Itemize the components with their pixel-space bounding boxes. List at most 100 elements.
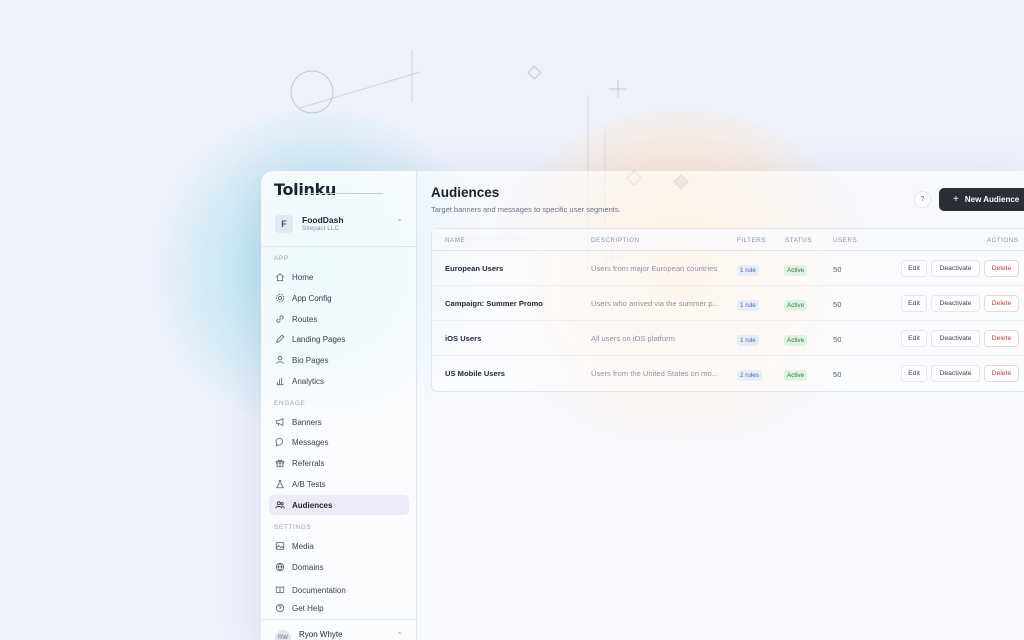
sidebar-item-analytics[interactable]: Analytics <box>269 371 409 391</box>
status-badge: Active <box>784 335 808 346</box>
section-label-app: APP <box>274 255 289 262</box>
help-circle-icon <box>275 603 285 613</box>
sidebar-item-banners[interactable]: Banners <box>269 412 409 432</box>
edit-button[interactable]: Edit <box>901 295 927 312</box>
sidebar-item-get-help[interactable]: Get Help <box>269 598 409 618</box>
sidebar-item-domains[interactable]: Domains <box>269 557 409 577</box>
users-icon <box>275 501 285 509</box>
status-badge: Active <box>784 265 808 276</box>
sidebar-item-bio-pages[interactable]: Bio Pages <box>269 350 409 370</box>
workspace-switcher[interactable]: F FoodDash Sitepact LLC ⌃ <box>271 210 407 238</box>
sidebar-item-label: Domains <box>292 562 324 572</box>
section-label-engage: ENGAGE <box>274 400 306 407</box>
sidebar-item-label: Audiences <box>292 500 333 510</box>
sidebar-item-referrals[interactable]: Referrals <box>269 453 409 473</box>
audience-name[interactable]: Campaign: Summer Promo <box>445 299 543 308</box>
user-name: Ryon Whyte <box>299 629 343 639</box>
gift-icon <box>275 459 285 468</box>
table-row: US Mobile Users Users from the United St… <box>432 356 1024 391</box>
plus-icon: + <box>953 194 959 205</box>
edit-button[interactable]: Edit <box>901 260 927 277</box>
column-header-description: DESCRIPTION <box>591 237 640 244</box>
main-content: Audiences Target banners and messages to… <box>418 171 1024 640</box>
filters-badge: 1 rule <box>737 335 759 346</box>
delete-button[interactable]: Delete <box>984 295 1019 312</box>
delete-button[interactable]: Delete <box>984 365 1019 382</box>
image-icon <box>275 542 285 550</box>
sidebar-item-label: Messages <box>292 437 329 447</box>
sidebar-item-label: Referrals <box>292 458 325 468</box>
sidebar-divider <box>261 619 417 620</box>
column-header-users: USERS <box>833 237 858 244</box>
deactivate-button[interactable]: Deactivate <box>931 260 980 277</box>
table-header: NAME DESCRIPTION FILTERS STATUS USERS AC… <box>432 229 1024 251</box>
sidebar-item-landing-pages[interactable]: Landing Pages <box>269 329 409 349</box>
page-subtitle: Target banners and messages to specific … <box>431 205 621 214</box>
audience-name[interactable]: US Mobile Users <box>445 369 505 378</box>
sidebar-item-app-config[interactable]: App Config <box>269 288 409 308</box>
filters-badge: 1 rule <box>737 300 759 311</box>
sidebar-item-audiences[interactable]: Audiences <box>269 495 409 515</box>
delete-button[interactable]: Delete <box>984 260 1019 277</box>
section-label-settings: SETTINGS <box>274 524 312 531</box>
sidebar-item-ab-tests[interactable]: A/B Tests <box>269 474 409 494</box>
bar-chart-icon <box>276 377 284 386</box>
help-button[interactable]: ? <box>914 191 931 208</box>
audience-description: All users on iOS platform <box>591 334 675 343</box>
sidebar-item-label: Documentation <box>292 585 346 595</box>
sidebar-item-messages[interactable]: Messages <box>269 432 409 452</box>
sidebar-item-routes[interactable]: Routes <box>269 309 409 329</box>
workspace-text: FoodDash Sitepact LLC <box>302 215 344 233</box>
deactivate-button[interactable]: Deactivate <box>931 295 980 312</box>
home-icon <box>275 273 285 282</box>
book-icon <box>275 586 285 594</box>
chevron-updown-icon: ⌃ <box>396 218 403 227</box>
audience-description: Users who arrived via the summer p... <box>591 299 719 308</box>
sidebar-item-label: Home <box>292 272 314 282</box>
edit-button[interactable]: Edit <box>901 365 927 382</box>
audience-description: Users from the United States on mo... <box>591 369 719 378</box>
edit-button[interactable]: Edit <box>901 330 927 347</box>
sidebar: Tolinku F FoodDash Sitepact LLC ⌃ APP Ho… <box>261 171 417 640</box>
column-header-name[interactable]: NAME <box>445 237 465 244</box>
column-header-status: STATUS <box>785 237 812 244</box>
link-icon <box>276 315 284 323</box>
app-window: Tolinku F FoodDash Sitepact LLC ⌃ APP Ho… <box>261 171 1024 640</box>
logo-underline <box>301 193 383 194</box>
sidebar-item-label: App Config <box>292 293 332 303</box>
users-count: 50 <box>833 370 842 379</box>
audience-name[interactable]: iOS Users <box>445 334 481 343</box>
sidebar-item-home[interactable]: Home <box>269 267 409 287</box>
sidebar-item-label: Get Help <box>292 603 324 613</box>
sidebar-divider <box>261 246 417 247</box>
avatar: RW <box>275 630 291 640</box>
delete-button[interactable]: Delete <box>984 330 1019 347</box>
sidebar-item-media[interactable]: Media <box>269 536 409 556</box>
deactivate-button[interactable]: Deactivate <box>931 365 980 382</box>
sidebar-item-documentation[interactable]: Documentation <box>269 580 409 600</box>
sidebar-item-label: Banners <box>292 417 322 427</box>
status-badge: Active <box>784 300 808 311</box>
audience-name[interactable]: European Users <box>445 264 503 273</box>
audiences-table: NAME DESCRIPTION FILTERS STATUS USERS AC… <box>431 228 1024 392</box>
sidebar-item-label: A/B Tests <box>292 479 326 489</box>
chevron-up-icon: ⌃ <box>396 631 403 640</box>
app-logo[interactable]: Tolinku <box>274 180 336 199</box>
pen-icon <box>276 334 285 343</box>
users-count: 50 <box>833 300 842 309</box>
column-header-filters: FILTERS <box>737 237 766 244</box>
new-audience-label: New Audience <box>964 195 1020 204</box>
page-title: Audiences <box>431 185 500 200</box>
column-header-actions: ACTIONS <box>987 237 1019 244</box>
new-audience-button[interactable]: + New Audience <box>939 188 1024 211</box>
audience-description: Users from major European countries <box>591 264 718 273</box>
person-icon <box>276 355 284 364</box>
sidebar-item-label: Routes <box>292 314 318 324</box>
workspace-avatar: F <box>275 215 293 233</box>
workspace-org: Sitepact LLC <box>302 225 340 233</box>
gear-icon <box>275 293 285 303</box>
table-row: Campaign: Summer Promo Users who arrived… <box>432 286 1024 321</box>
users-count: 50 <box>833 265 842 274</box>
user-menu[interactable]: RW Ryon Whyte ⌃ <box>271 627 407 640</box>
deactivate-button[interactable]: Deactivate <box>931 330 980 347</box>
